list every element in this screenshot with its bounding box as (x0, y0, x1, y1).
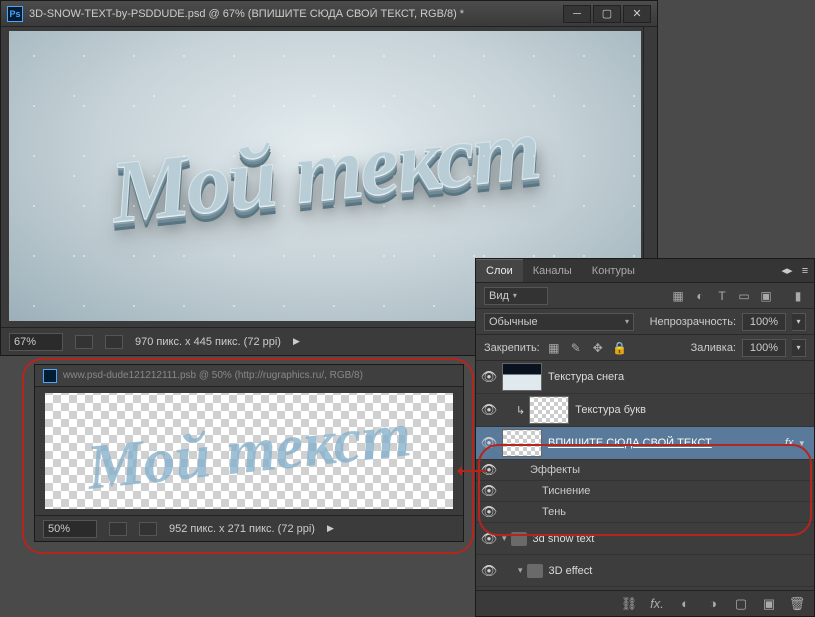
folder-icon (511, 532, 527, 546)
new-group-button[interactable]: ▢ (732, 595, 750, 613)
group-name: 3d snow text (533, 533, 808, 545)
visibility-icon[interactable]: 👁 (476, 402, 502, 418)
layer-letter-texture[interactable]: 👁 ↳ Текстура букв (476, 394, 814, 427)
group-name: 3D effect (549, 565, 808, 577)
lock-pixels-icon[interactable]: ✎ (568, 340, 584, 356)
info-flyout-caret[interactable]: ▶ (327, 523, 334, 534)
new-layer-button[interactable]: ▣ (760, 595, 778, 613)
status-icon[interactable] (75, 335, 93, 349)
so-zoom-input[interactable]: 50% (43, 520, 97, 538)
fx-effects-label: Эффекты (530, 464, 580, 476)
chevron-down-icon: ▾ (513, 291, 517, 300)
layer-name: Текстура букв (575, 404, 808, 416)
clip-indicator-icon: ↳ (516, 404, 525, 417)
blend-mode-dropdown[interactable]: Обычные ▾ (484, 313, 634, 331)
maximize-button[interactable]: ▢ (593, 5, 621, 23)
visibility-icon[interactable]: 👁 (476, 483, 502, 499)
layer-thumbnail (502, 363, 542, 391)
visibility-icon[interactable]: 👁 (476, 435, 502, 451)
annotation-arrow (458, 470, 486, 472)
layer-input-text[interactable]: 👁 ВПИШИТЕ СЮДА СВОЙ ТЕКСТ fx ▾ (476, 427, 814, 460)
layer-name: Текстура снега (548, 371, 808, 383)
photoshop-logo-icon: Ps (7, 6, 23, 22)
lock-transparency-icon[interactable]: ▦ (546, 340, 562, 356)
so-canvas[interactable]: Мой текст (45, 393, 453, 509)
lock-position-icon[interactable]: ✥ (590, 340, 606, 356)
so-text-layer: Мой текст (83, 397, 414, 505)
filter-adjust-icon[interactable]: ◐ (692, 288, 708, 304)
lock-row: Закрепить: ▦ ✎ ✥ 🔒 Заливка: 100% ▾ (476, 335, 814, 361)
panel-menu-icon[interactable]: ≡ (796, 259, 814, 282)
filter-pixel-icon[interactable]: ▦ (670, 288, 686, 304)
delete-layer-button[interactable]: 🗑 (788, 595, 806, 613)
chevron-down-icon: ▾ (625, 317, 629, 326)
minimize-button[interactable]: ─ (563, 5, 591, 23)
fx-badge[interactable]: fx (785, 437, 800, 449)
folder-icon (527, 564, 543, 578)
fx-collapse-caret[interactable]: ▾ (799, 438, 808, 449)
fx-shadow-row[interactable]: 👁 Тень (476, 502, 814, 523)
lock-label: Закрепить: (484, 342, 540, 354)
close-button[interactable]: ✕ (623, 5, 651, 23)
filter-kind-dropdown[interactable]: Вид ▾ (484, 287, 548, 305)
visibility-icon[interactable]: 👁 (476, 531, 502, 547)
smart-object-window: www.psd-dude121212111.psb @ 50% (http://… (34, 364, 464, 542)
lock-all-icon[interactable]: 🔒 (612, 340, 628, 356)
fx-shadow-label: Тень (542, 506, 566, 518)
chevron-down-icon[interactable]: ▾ (518, 565, 523, 576)
layer-thumbnail (529, 396, 569, 424)
info-flyout-caret[interactable]: ▶ (293, 336, 300, 347)
so-statusbar: 50% 952 пикс. x 271 пикс. (72 ppi) ▶ (35, 515, 463, 541)
opacity-label: Непрозрачность: (650, 316, 736, 328)
blend-mode-value: Обычные (489, 316, 538, 328)
document-title: 3D-SNOW-TEXT-by-PSDDUDE.psd @ 67% (ВПИШИ… (29, 8, 561, 20)
group-3d-snow[interactable]: 👁 ▾ 3d snow text (476, 523, 814, 555)
filter-shape-icon[interactable]: ▭ (736, 288, 752, 304)
filter-kind-label: Вид (489, 290, 509, 302)
opacity-value[interactable]: 100% (742, 313, 786, 331)
visibility-icon[interactable]: 👁 (476, 504, 502, 520)
snow-3d-text: Мой текст (106, 98, 543, 243)
add-fx-button[interactable]: fx. (648, 595, 666, 613)
so-dimensions: 952 пикс. x 271 пикс. (72 ppi) (169, 523, 315, 535)
panel-tab-strip: Слои Каналы Контуры ◂▸ ≡ (476, 259, 814, 283)
layer-snow-texture[interactable]: 👁 Текстура снега (476, 361, 814, 394)
blend-row: Обычные ▾ Непрозрачность: 100% ▾ (476, 309, 814, 335)
share-icon[interactable] (139, 522, 157, 536)
opacity-slider-caret[interactable]: ▾ (792, 313, 806, 331)
filter-smart-icon[interactable]: ▣ (758, 288, 774, 304)
fill-label: Заливка: (691, 342, 736, 354)
link-layers-button[interactable]: ⛓ (620, 595, 638, 613)
chevron-down-icon[interactable]: ▾ (502, 533, 507, 544)
visibility-icon[interactable]: 👁 (476, 563, 502, 579)
document-dimensions: 970 пикс. x 445 пикс. (72 ppi) (135, 336, 281, 348)
layer-thumbnail (502, 429, 542, 457)
tab-paths[interactable]: Контуры (582, 259, 645, 282)
fx-effects-row[interactable]: 👁 Эффекты (476, 460, 814, 481)
layer-name: ВПИШИТЕ СЮДА СВОЙ ТЕКСТ (548, 437, 785, 449)
visibility-icon[interactable]: 👁 (476, 369, 502, 385)
add-mask-button[interactable]: ◐ (676, 595, 694, 613)
main-titlebar: Ps 3D-SNOW-TEXT-by-PSDDUDE.psd @ 67% (ВП… (1, 1, 657, 27)
fill-value[interactable]: 100% (742, 339, 786, 357)
so-title: www.psd-dude121212111.psb @ 50% (http://… (63, 370, 363, 381)
share-icon[interactable] (105, 335, 123, 349)
add-adjustment-button[interactable]: ◑ (704, 595, 722, 613)
tab-channels[interactable]: Каналы (523, 259, 582, 282)
tab-layers[interactable]: Слои (476, 259, 523, 282)
filter-type-icon[interactable]: T (714, 288, 730, 304)
panel-footer: ⛓ fx. ◐ ◑ ▢ ▣ 🗑 (476, 590, 814, 616)
group-3d-effect[interactable]: 👁 ▾ 3D effect (476, 555, 814, 587)
status-icon[interactable] (109, 522, 127, 536)
so-titlebar: www.psd-dude121212111.psb @ 50% (http://… (35, 365, 463, 387)
fx-emboss-label: Тиснение (542, 485, 590, 497)
filter-toggle[interactable]: ▮ (790, 288, 806, 304)
fill-slider-caret[interactable]: ▾ (792, 339, 806, 357)
layers-panel: Слои Каналы Контуры ◂▸ ≡ Вид ▾ ▦ ◐ T ▭ ▣… (475, 258, 815, 617)
panel-collapse-icon[interactable]: ◂▸ (778, 259, 796, 282)
fx-emboss-row[interactable]: 👁 Тиснение (476, 481, 814, 502)
zoom-input[interactable]: 67% (9, 333, 63, 351)
filter-row: Вид ▾ ▦ ◐ T ▭ ▣ ▮ (476, 283, 814, 309)
photoshop-logo-icon (43, 369, 57, 383)
